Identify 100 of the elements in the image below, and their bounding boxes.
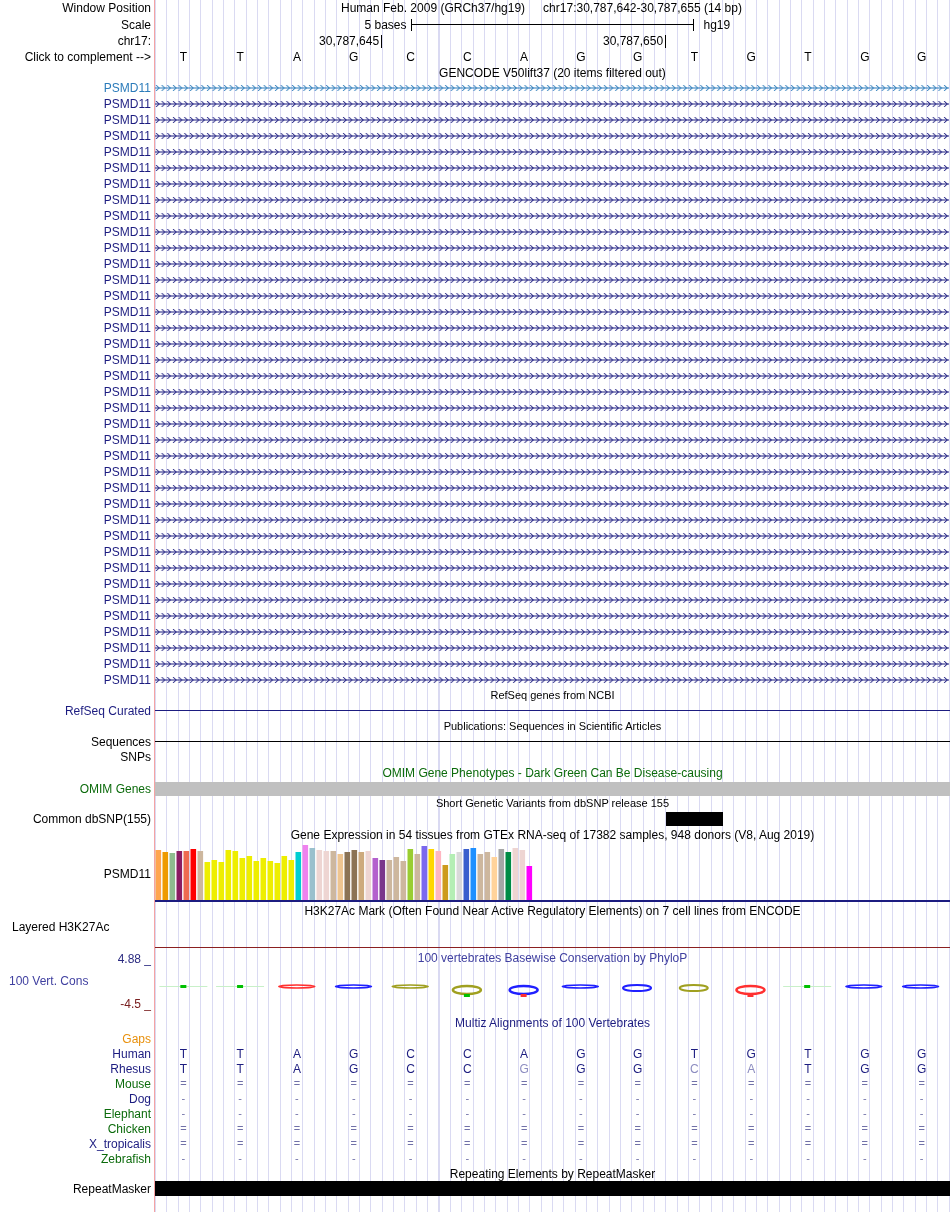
transcript-arrow-line[interactable]	[155, 613, 949, 619]
transcript-arrow-line[interactable]	[155, 357, 949, 363]
transcript-arrow-line[interactable]	[155, 581, 949, 587]
species-label[interactable]: Chicken	[107, 1122, 151, 1135]
base-letter[interactable]: G	[836, 50, 894, 63]
transcript-arrow-line[interactable]	[155, 421, 949, 427]
transcript-arrow-line[interactable]	[155, 213, 949, 219]
gene-link[interactable]: PSMD11	[103, 274, 151, 286]
species-label[interactable]: Dog	[129, 1092, 151, 1105]
track-label[interactable]: OMIM Genes	[79, 782, 151, 795]
gene-link[interactable]: PSMD11	[103, 82, 151, 94]
transcript-arrow-line[interactable]	[155, 133, 949, 139]
transcript-arrow-line[interactable]	[155, 293, 949, 299]
gene-link[interactable]: PSMD11	[103, 530, 151, 542]
species-label[interactable]: Elephant	[103, 1107, 151, 1120]
transcript-arrow-line[interactable]	[155, 261, 949, 267]
track-label[interactable]: 100 Vert. Cons	[0, 975, 89, 987]
gene-link[interactable]: PSMD11	[103, 194, 151, 206]
base-letter[interactable]: G	[609, 50, 667, 63]
gene-link[interactable]: PSMD11	[103, 466, 151, 478]
gene-link[interactable]: PSMD11	[103, 146, 151, 158]
gene-link[interactable]: PSMD11	[103, 498, 151, 510]
gene-link[interactable]: PSMD11	[103, 386, 151, 398]
gene-link[interactable]: PSMD11	[103, 674, 151, 686]
transcript-arrow-line[interactable]	[155, 549, 949, 555]
gene-link[interactable]: PSMD11	[103, 514, 151, 526]
base-letter[interactable]: T	[666, 50, 723, 63]
base-letter[interactable]: G	[893, 50, 950, 63]
gene-link[interactable]: PSMD11	[103, 546, 151, 558]
gene-link[interactable]: PSMD11	[103, 594, 151, 606]
transcript-arrow-line[interactable]	[155, 501, 949, 507]
transcript-arrow-line[interactable]	[155, 517, 949, 523]
transcript-arrow-line[interactable]	[155, 597, 949, 603]
base-letter[interactable]: A	[495, 50, 553, 63]
transcript-arrow-line[interactable]	[155, 389, 949, 395]
transcript-arrow-line[interactable]	[155, 469, 949, 475]
gene-link[interactable]: PSMD11	[103, 578, 151, 590]
track-label[interactable]: Sequences	[90, 735, 151, 748]
transcript-arrow-line[interactable]	[155, 325, 949, 331]
gene-link[interactable]: PSMD11	[103, 162, 151, 174]
species-label[interactable]: Human	[112, 1047, 151, 1060]
gene-link[interactable]: PSMD11	[103, 114, 151, 126]
base-letter[interactable]: G	[722, 50, 780, 63]
gene-link[interactable]: PSMD11	[103, 290, 151, 302]
gene-link[interactable]: PSMD11	[103, 658, 151, 670]
gene-link[interactable]: PSMD11	[103, 418, 151, 430]
transcript-arrow-line[interactable]	[155, 533, 949, 539]
transcript-arrow-line[interactable]	[155, 229, 949, 235]
gene-link[interactable]: PSMD11	[103, 178, 151, 190]
transcript-arrow-line[interactable]	[155, 677, 949, 683]
transcript-arrow-line[interactable]	[155, 197, 949, 203]
expression-bars-drawing[interactable]	[155, 845, 533, 900]
transcript-arrow-line[interactable]	[155, 565, 949, 571]
transcript-arrow-line[interactable]	[155, 245, 949, 251]
gene-link[interactable]: PSMD11	[103, 210, 151, 222]
transcript-arrow-line[interactable]	[155, 405, 949, 411]
track-label[interactable]: RepeatMasker	[72, 1182, 151, 1195]
base-letter[interactable]: C	[438, 50, 496, 63]
transcript-arrow-line[interactable]	[155, 661, 949, 667]
base-letter[interactable]: T	[211, 50, 269, 63]
transcript-arrow-line[interactable]	[155, 117, 949, 123]
base-letter[interactable]: A	[268, 50, 326, 63]
base-letter[interactable]: T	[155, 50, 212, 63]
gene-link[interactable]: PSMD11	[103, 130, 151, 142]
transcript-arrow-line[interactable]	[155, 309, 949, 315]
transcript-arrow-line[interactable]	[155, 341, 949, 347]
gene-link[interactable]: PSMD11	[103, 98, 151, 110]
gene-link[interactable]: PSMD11	[103, 642, 151, 654]
transcript-arrow-line[interactable]	[155, 453, 949, 459]
transcript-arrow-line[interactable]	[155, 645, 949, 651]
base-letter[interactable]: G	[552, 50, 610, 63]
transcript-arrow-line[interactable]	[155, 485, 949, 491]
species-label[interactable]: Mouse	[114, 1077, 151, 1090]
species-label[interactable]: Rhesus	[110, 1062, 151, 1075]
track-label[interactable]: Common dbSNP(155)	[32, 813, 151, 825]
gene-link[interactable]: PSMD11	[103, 370, 151, 382]
transcript-arrow-line[interactable]	[155, 149, 949, 155]
gene-link[interactable]: PSMD11	[103, 626, 151, 638]
gene-link[interactable]: PSMD11	[103, 434, 151, 446]
base-letter[interactable]: G	[325, 50, 383, 63]
gene-link[interactable]: PSMD11	[103, 354, 151, 366]
complement-link[interactable]: Click to complement -->	[24, 50, 151, 63]
track-label[interactable]: RefSeq Curated	[64, 704, 151, 717]
base-letter[interactable]: T	[779, 50, 837, 63]
transcript-arrow-line[interactable]	[155, 101, 949, 107]
gene-link[interactable]: PSMD11	[103, 450, 151, 462]
species-label[interactable]: X_tropicalis	[88, 1137, 151, 1150]
track-label[interactable]: Layered H3K27Ac	[12, 921, 110, 933]
gene-link[interactable]: PSMD11	[103, 226, 151, 238]
gene-link[interactable]: PSMD11	[103, 402, 151, 414]
gene-link[interactable]: PSMD11	[103, 242, 151, 254]
transcript-arrow-line[interactable]	[155, 181, 949, 187]
track-label[interactable]: SNPs	[120, 751, 151, 763]
gene-link[interactable]: PSMD11	[103, 482, 151, 494]
gene-link[interactable]: PSMD11	[103, 306, 151, 318]
gene-link[interactable]: PSMD11	[103, 338, 151, 350]
transcript-arrow-line[interactable]	[155, 629, 949, 635]
base-letter[interactable]: C	[382, 50, 439, 63]
gene-link[interactable]: PSMD11	[103, 610, 151, 622]
gene-link[interactable]: PSMD11	[103, 258, 151, 270]
